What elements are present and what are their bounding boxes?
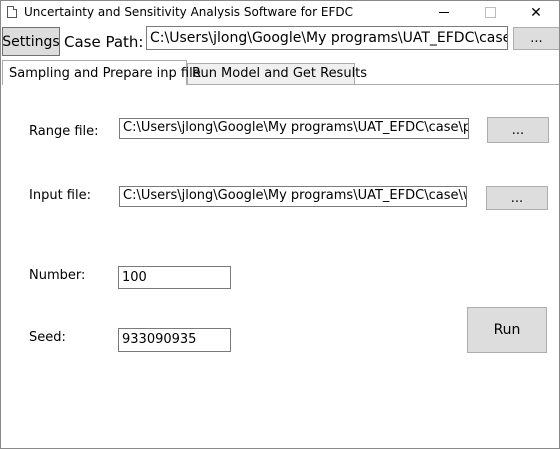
title-bar[interactable]: Uncertainty and Sensitivity Analysis Sof…	[1, 1, 559, 24]
maximize-icon	[484, 7, 496, 18]
close-icon: ✕	[530, 4, 542, 21]
number-label: Number:	[29, 268, 86, 283]
window-title: Uncertainty and Sensitivity Analysis Sof…	[24, 5, 353, 19]
minimize-icon	[439, 12, 449, 13]
case-path-browse-button[interactable]: ...	[513, 27, 559, 50]
number-input[interactable]: 100	[118, 266, 231, 289]
settings-button[interactable]: Settings	[2, 27, 60, 56]
tab-sampling[interactable]: Sampling and Prepare inp file	[2, 60, 201, 85]
range-file-label: Range file:	[29, 124, 99, 139]
maximize-button[interactable]	[467, 1, 513, 24]
minimize-button[interactable]	[421, 1, 467, 24]
input-file-label: Input file:	[29, 188, 91, 203]
range-file-browse-button[interactable]: ...	[487, 117, 549, 143]
seed-label: Seed:	[29, 330, 66, 345]
case-path-input[interactable]: C:\Users\jlong\Google\My programs\UAT_EF…	[146, 26, 508, 50]
seed-input[interactable]: 933090935	[118, 328, 231, 352]
input-file-input[interactable]: C:\Users\jlong\Google\My programs\UAT_EF…	[119, 186, 467, 207]
input-file-browse-button[interactable]: ...	[486, 186, 548, 210]
case-path-label: Case Path:	[64, 33, 144, 51]
app-icon	[7, 6, 17, 18]
main-window: Uncertainty and Sensitivity Analysis Sof…	[0, 0, 560, 449]
run-button[interactable]: Run	[467, 307, 547, 353]
range-file-input[interactable]: C:\Users\jlong\Google\My programs\UAT_EF…	[119, 118, 469, 139]
close-button[interactable]: ✕	[513, 1, 559, 24]
tab-run-model[interactable]: Run Model and Get Results	[187, 63, 367, 84]
